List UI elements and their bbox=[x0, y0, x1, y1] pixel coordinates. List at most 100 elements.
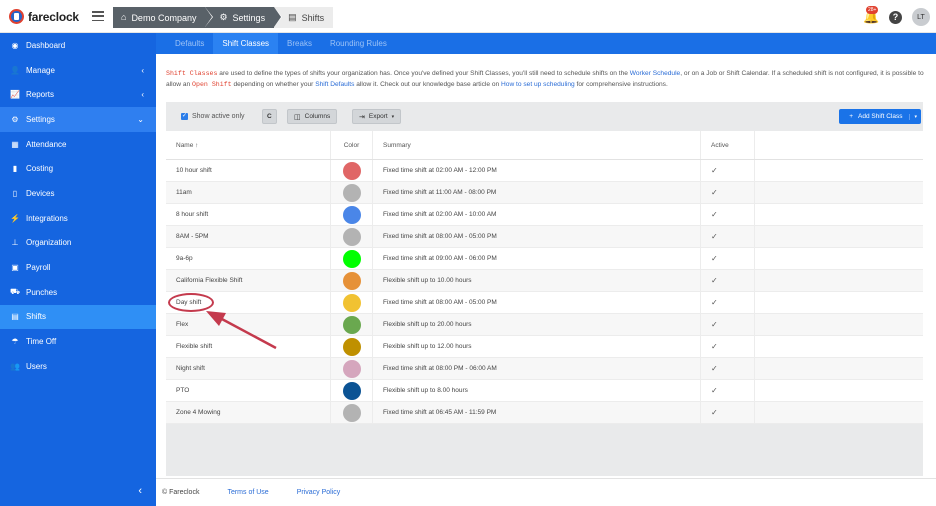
bar-chart-icon: ▮ bbox=[12, 164, 18, 174]
avatar[interactable]: LT bbox=[912, 8, 930, 26]
table-row[interactable]: California Flexible Shift Flexible shift … bbox=[166, 270, 923, 292]
sidebar-item-manage[interactable]: 👤 Manage ‹ bbox=[0, 58, 156, 83]
table-row[interactable]: Night shift Fixed time shift at 08:00 PM … bbox=[166, 358, 923, 380]
sidebar-item-reports[interactable]: 📈 Reports ‹ bbox=[0, 82, 156, 107]
intro-text-1: are used to define the types of shifts y… bbox=[217, 70, 630, 77]
checkbox-checked-icon: ✓ bbox=[181, 113, 188, 120]
check-icon: ✓ bbox=[711, 342, 718, 351]
sidebar-item-label: Settings bbox=[26, 114, 55, 124]
footer: © Fareclock Terms of Use Privacy Policy bbox=[156, 478, 936, 506]
header-summary[interactable]: Summary bbox=[372, 131, 700, 159]
sidebar-item-label: Dashboard bbox=[26, 40, 66, 50]
cell-color bbox=[330, 314, 372, 335]
cell-color bbox=[330, 336, 372, 357]
annotation-circle bbox=[168, 293, 214, 312]
cell-active: ✓ bbox=[700, 182, 755, 203]
add-shift-class-button[interactable]: + Add Shift Class ▾ bbox=[839, 109, 921, 124]
color-swatch bbox=[342, 249, 361, 268]
sidebar-item-label: Manage bbox=[26, 65, 55, 75]
cell-summary: Fixed time shift at 08:00 AM - 05:00 PM bbox=[372, 226, 700, 247]
shift-name: Zone 4 Mowing bbox=[176, 409, 221, 416]
sidebar-item-label: Users bbox=[26, 361, 47, 371]
sidebar-item-shifts[interactable]: ▤ Shifts bbox=[0, 304, 156, 330]
table-row[interactable]: 9a-6p Fixed time shift at 09:00 AM - 06:0… bbox=[166, 248, 923, 270]
table-row[interactable]: Zone 4 Mowing Fixed time shift at 06:45 A… bbox=[166, 402, 923, 424]
sidebar-item-devices[interactable]: ▯ Devices bbox=[0, 181, 156, 206]
dashboard-icon: ◉ bbox=[11, 40, 19, 50]
logo[interactable]: fareclock bbox=[9, 9, 79, 24]
color-swatch bbox=[342, 271, 361, 290]
table-toolbar: ✓ Show active only C ◫ Columns ⇥ Export … bbox=[166, 102, 923, 131]
cell-summary: Flexible shift up to 12.00 hours bbox=[372, 336, 700, 357]
breadcrumb-shifts[interactable]: ▤ Shifts bbox=[274, 7, 334, 28]
settings-subnav: Defaults Shift Classes Breaks Rounding R… bbox=[156, 33, 936, 54]
table-row[interactable]: 8 hour shift Fixed time shift at 02:00 AM… bbox=[166, 204, 923, 226]
help-button[interactable]: ? bbox=[889, 10, 902, 24]
cell-summary: Fixed time shift at 09:00 AM - 06:00 PM bbox=[372, 248, 700, 269]
intro-text: Shift Classes are used to define the typ… bbox=[166, 69, 926, 90]
fareclock-logo-icon bbox=[9, 9, 24, 24]
breadcrumb-company[interactable]: ⌂ Demo Company bbox=[113, 7, 214, 28]
intro-text-4: allow it. Check out our knowledge base a… bbox=[354, 80, 502, 88]
table-row[interactable]: 11am Fixed time shift at 11:00 AM - 08:00… bbox=[166, 182, 923, 204]
cell-color bbox=[330, 248, 372, 269]
footer-copyright: © Fareclock bbox=[162, 489, 200, 496]
color-swatch bbox=[342, 161, 361, 180]
privacy-link[interactable]: Privacy Policy bbox=[297, 489, 341, 496]
table-row[interactable]: 10 hour shift Fixed time shift at 02:00 A… bbox=[166, 160, 923, 182]
cell-active: ✓ bbox=[700, 292, 755, 313]
table-row[interactable]: PTO Flexible shift up to 8.00 hours ✓ bbox=[166, 380, 923, 402]
header-active[interactable]: Active bbox=[700, 131, 755, 159]
columns-button[interactable]: ◫ Columns bbox=[287, 109, 338, 124]
cell-summary: Flexible shift up to 10.00 hours bbox=[372, 270, 700, 291]
sidebar-item-organization[interactable]: ⊥ Organization bbox=[0, 231, 156, 256]
tab-rounding-rules[interactable]: Rounding Rules bbox=[321, 33, 396, 54]
cell-summary: Fixed time shift at 06:45 AM - 11:59 PM bbox=[372, 402, 700, 423]
table-row[interactable]: 8AM - 5PM Fixed time shift at 08:00 AM - … bbox=[166, 226, 923, 248]
export-button[interactable]: ⇥ Export ▾ bbox=[352, 109, 402, 124]
breadcrumb-settings[interactable]: ⚙ Settings bbox=[205, 7, 283, 28]
add-shift-class-label: Add Shift Class bbox=[858, 113, 903, 120]
color-swatch bbox=[342, 183, 361, 202]
sidebar-item-users[interactable]: 👥 Users bbox=[0, 354, 156, 379]
table-row[interactable]: Flexible shift Flexible shift up to 12.00… bbox=[166, 336, 923, 358]
sidebar-collapse-button[interactable]: ‹ bbox=[0, 476, 156, 506]
sidebar-item-payroll[interactable]: ▣ Payroll bbox=[0, 255, 156, 280]
top-right-controls: 🔔 28+ ? LT bbox=[863, 6, 930, 26]
show-active-only-label: Show active only bbox=[192, 113, 245, 120]
sitemap-icon: ⊥ bbox=[11, 238, 19, 248]
table-row[interactable]: Day shift Fixed time shift at 08:00 AM - … bbox=[166, 292, 923, 314]
gear-icon: ⚙ bbox=[11, 114, 19, 124]
notifications-button[interactable]: 🔔 28+ bbox=[863, 6, 879, 25]
sidebar-item-settings[interactable]: ⚙ Settings ⌄ bbox=[0, 107, 156, 132]
refresh-button[interactable]: C bbox=[262, 109, 277, 124]
shift-defaults-link[interactable]: Shift Defaults bbox=[315, 81, 354, 88]
sidebar-item-time-off[interactable]: ☂ Time Off bbox=[0, 329, 156, 354]
sidebar-item-attendance[interactable]: ▦ Attendance bbox=[0, 132, 156, 157]
sidebar-item-integrations[interactable]: ⚡ Integrations bbox=[0, 206, 156, 231]
show-active-only-checkbox[interactable]: ✓ Show active only bbox=[181, 113, 245, 120]
scheduling-help-link[interactable]: How to set up scheduling bbox=[501, 81, 575, 88]
home-icon: ⌂ bbox=[121, 12, 127, 22]
cell-summary: Fixed time shift at 08:00 PM - 06:00 AM bbox=[372, 358, 700, 379]
header-name[interactable]: Name ↑ bbox=[166, 131, 330, 159]
add-dropdown-caret-icon[interactable]: ▾ bbox=[909, 113, 921, 120]
worker-schedule-link[interactable]: Worker Schedule bbox=[630, 70, 680, 77]
cell-color bbox=[330, 204, 372, 225]
columns-label: Columns bbox=[304, 113, 331, 120]
terms-link[interactable]: Terms of Use bbox=[227, 489, 268, 496]
shift-name: 11am bbox=[176, 189, 192, 196]
tab-shift-classes[interactable]: Shift Classes bbox=[213, 33, 279, 54]
table-row[interactable]: Flex Flexible shift up to 20.00 hours ✓ bbox=[166, 314, 923, 336]
cell-color bbox=[330, 358, 372, 379]
sidebar-item-costing[interactable]: ▮ Costing bbox=[0, 156, 156, 181]
sidebar-item-punches[interactable]: ⛟ Punches bbox=[0, 280, 156, 305]
tab-breaks[interactable]: Breaks bbox=[278, 33, 321, 54]
check-icon: ✓ bbox=[711, 386, 718, 395]
truck-icon: ⛟ bbox=[10, 287, 21, 297]
sidebar-item-dashboard[interactable]: ◉ Dashboard bbox=[0, 33, 156, 58]
cell-color bbox=[330, 380, 372, 401]
header-color[interactable]: Color bbox=[330, 131, 372, 159]
hamburger-menu-icon[interactable] bbox=[92, 11, 104, 21]
tab-defaults[interactable]: Defaults bbox=[166, 33, 213, 54]
